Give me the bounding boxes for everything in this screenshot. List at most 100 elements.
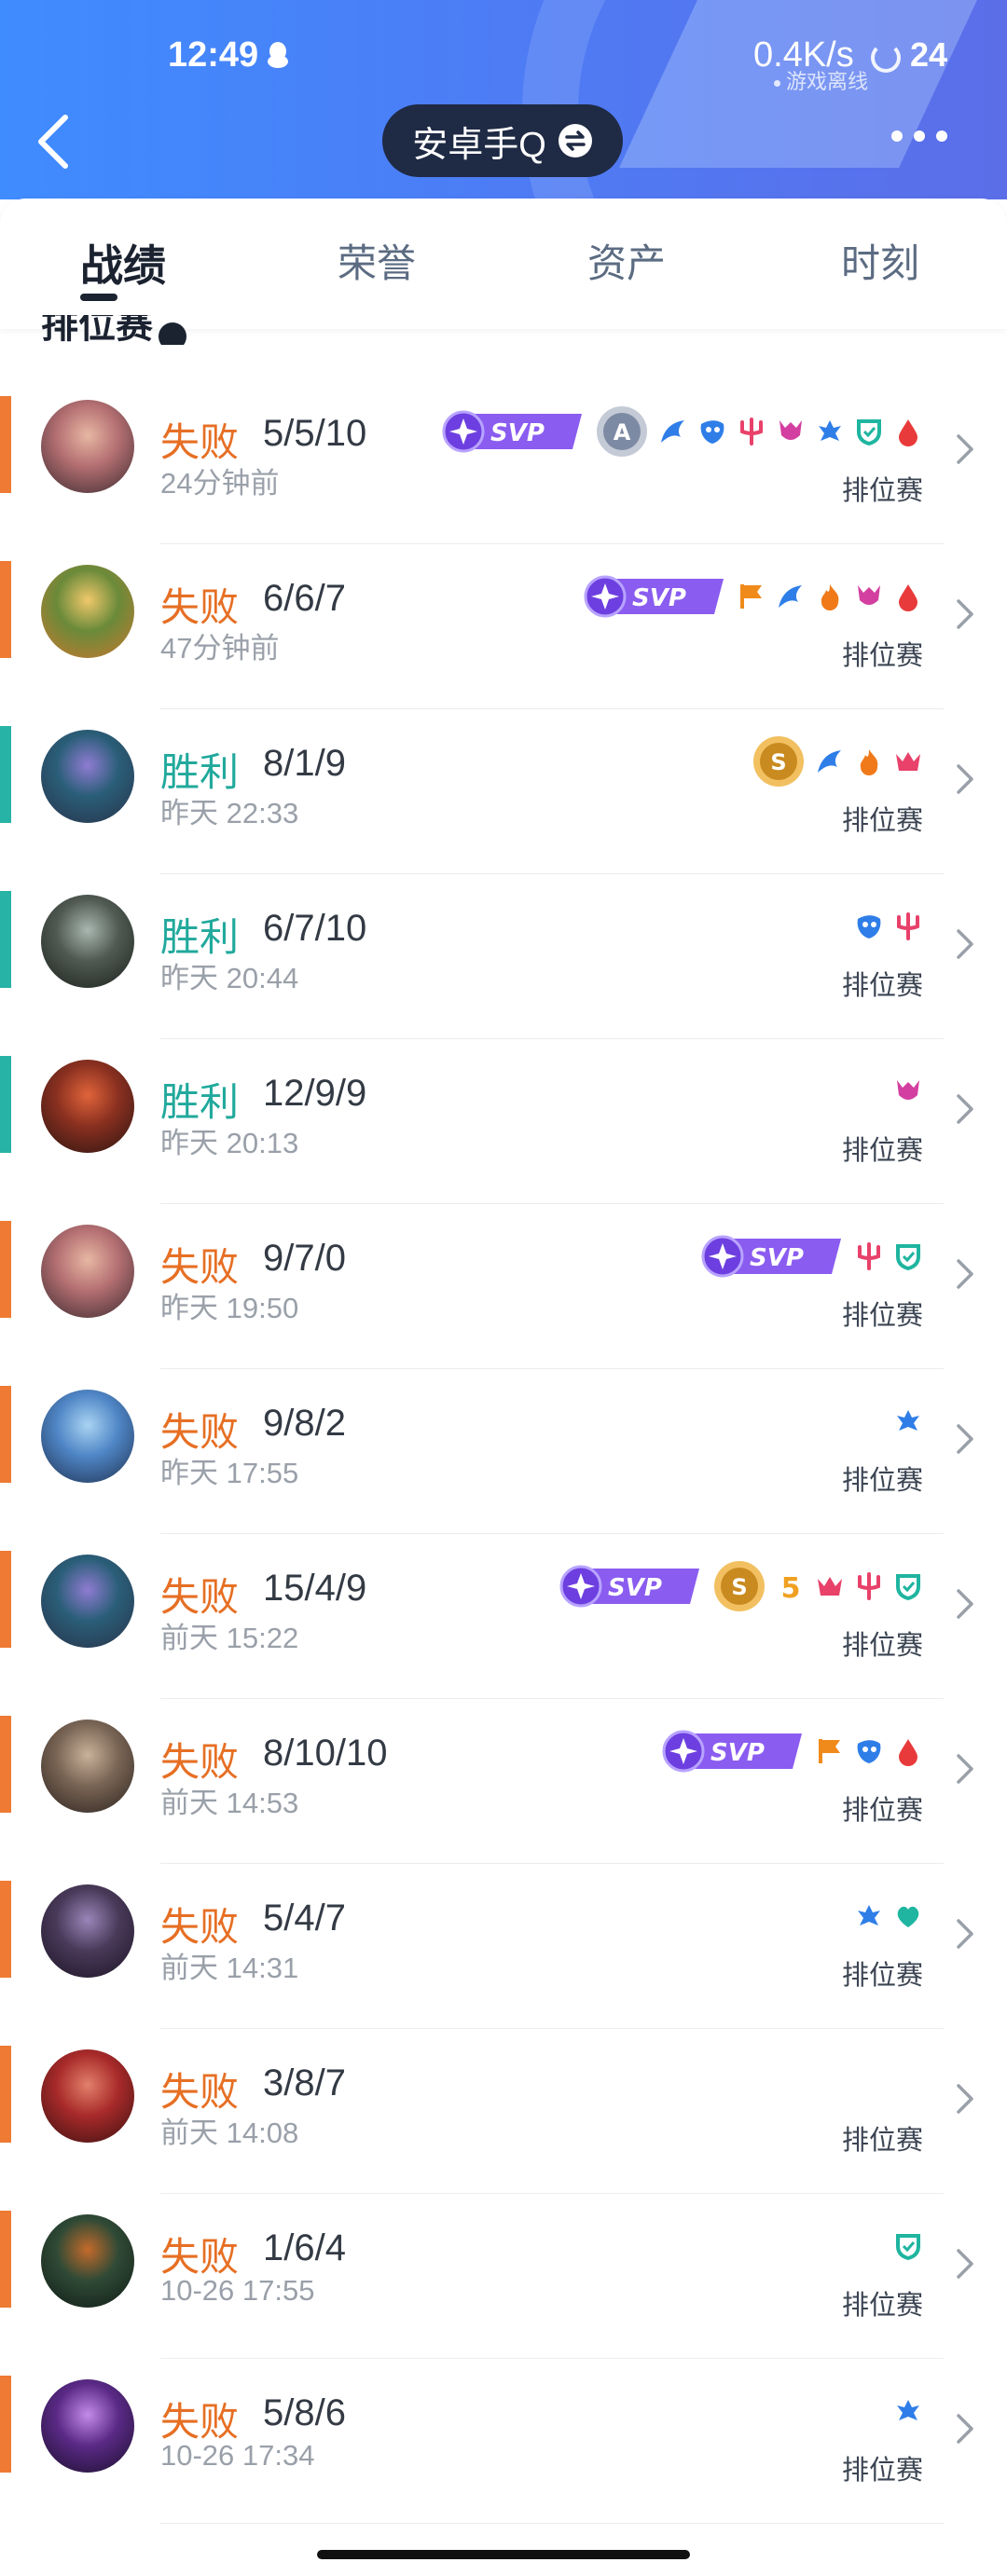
match-mode: 排位赛: [841, 1631, 923, 1661]
achievement-badges: [893, 2222, 923, 2270]
swap-icon: [558, 124, 592, 158]
chevron-right-icon: [957, 1424, 973, 1454]
match-row[interactable]: 失败 15/4/9 前天 15:22 SVP S 5 排位赛: [0, 1534, 1007, 1699]
match-row[interactable]: 失败 5/5/10 24分钟前 SVP A 排位赛: [0, 379, 1007, 544]
orange-flag-icon: [740, 584, 762, 609]
achievement-badges: [893, 2387, 923, 2435]
home-indicator[interactable]: [317, 2550, 690, 2559]
match-mode: 排位赛: [841, 476, 923, 506]
loss-indicator: [0, 1716, 11, 1813]
svp-badge-icon: SVP: [559, 1565, 699, 1608]
champion-avatar: [41, 895, 134, 988]
match-row[interactable]: 失败 9/7/0 昨天 19:50 SVP 排位赛: [0, 1204, 1007, 1369]
kda-score: 5/5/10: [263, 413, 367, 454]
match-row[interactable]: 胜利 8/1/9 昨天 22:33 S 排位赛: [0, 709, 1007, 874]
blue-mask-icon: [857, 915, 881, 939]
tab-assets[interactable]: 资产: [587, 232, 666, 289]
kda-score: 12/9/9: [263, 1073, 367, 1114]
mode-filter[interactable]: 排位赛: [41, 315, 186, 345]
champion-avatar: [41, 1555, 134, 1648]
pink-trident-icon: [897, 912, 919, 940]
match-time: 前天 14:53: [160, 1787, 299, 1819]
chevron-right-icon: [957, 1094, 973, 1124]
match-time: 昨天 17:55: [160, 1457, 299, 1489]
match-row[interactable]: 失败 1/6/4 10-26 17:55 排位赛: [0, 2194, 1007, 2359]
blue-wing-icon: [661, 420, 684, 443]
teal-heart-icon: [897, 1906, 919, 1927]
champion-avatar: [41, 730, 134, 823]
achievement-badges: SVP: [701, 1232, 923, 1281]
kda-score: 8/10/10: [263, 1733, 388, 1774]
match-row[interactable]: 失败 8/10/10 前天 14:53 SVP 排位赛: [0, 1699, 1007, 1864]
chevron-right-icon: [957, 1919, 973, 1949]
loss-indicator: [0, 1881, 11, 1978]
match-mode: 排位赛: [841, 1466, 923, 1496]
kda-score: 15/4/9: [263, 1568, 367, 1609]
match-row[interactable]: 失败 3/8/7 前天 14:08 排位赛: [0, 2029, 1007, 2194]
loss-indicator: [0, 2376, 11, 2473]
orange-flag-icon: [819, 1739, 840, 1763]
match-row[interactable]: 失败 5/4/7 前天 14:31 排位赛: [0, 1864, 1007, 2029]
match-mode: 排位赛: [841, 971, 923, 1001]
svp-badge-icon: SVP: [701, 1235, 841, 1278]
match-time: 10-26 17:55: [160, 2274, 315, 2307]
app-header: 12:49 0.4K/s 24 游戏离线 安卓手Q: [0, 0, 1007, 199]
grade-s-medal-icon: S: [753, 736, 804, 787]
match-mode: 排位赛: [841, 1301, 923, 1331]
pink-demon-icon: [897, 1080, 919, 1100]
blue-mask-icon: [700, 420, 724, 444]
loss-indicator: [0, 2046, 11, 2143]
grade-a-medal-icon: A: [597, 406, 647, 457]
match-row[interactable]: 胜利 12/9/9 昨天 20:13 排位赛: [0, 1039, 1007, 1204]
champion-avatar: [41, 1720, 134, 1813]
kda-score: 9/7/0: [263, 1238, 346, 1279]
achievement-badges: SVP S 5: [559, 1561, 923, 1611]
blue-tree-icon: [897, 2400, 919, 2420]
match-row[interactable]: 胜利 6/7/10 昨天 20:44 排位赛: [0, 874, 1007, 1039]
kda-score: 5/4/7: [263, 1898, 346, 1939]
back-button[interactable]: [35, 114, 73, 170]
dot-icon: [891, 130, 903, 142]
chevron-right-icon: [957, 1589, 973, 1619]
chevron-right-icon: [957, 764, 973, 794]
kda-score: 6/6/7: [263, 578, 346, 619]
match-row[interactable]: 失败 6/6/7 47分钟前 SVP 排位赛: [0, 544, 1007, 709]
tab-record[interactable]: 战绩: [80, 232, 166, 294]
teal-shield-icon: [896, 1574, 920, 1601]
grade-s-medal-icon: S: [714, 1561, 765, 1611]
match-mode: 排位赛: [841, 641, 923, 671]
blue-wing-icon: [779, 585, 802, 608]
chevron-right-icon: [957, 929, 973, 959]
more-options-button[interactable]: [891, 130, 957, 153]
pink-demon-icon: [858, 585, 880, 605]
account-switcher[interactable]: 安卓手Q: [382, 104, 623, 177]
chevron-right-icon: [957, 434, 973, 464]
match-time: 昨天 20:44: [160, 962, 299, 994]
chevron-right-icon: [957, 2084, 973, 2114]
pink-demon-icon: [779, 420, 802, 440]
achievement-badges: [893, 1397, 923, 1446]
loss-indicator: [0, 2211, 11, 2308]
achievement-badges: [854, 902, 923, 951]
match-mode: 排位赛: [841, 1136, 923, 1166]
account-name: 安卓手Q: [412, 125, 546, 165]
dot-icon: [914, 130, 925, 142]
row-divider: [160, 2523, 944, 2524]
blue-tree-icon: [858, 1905, 880, 1925]
loss-indicator: [0, 396, 11, 493]
match-time: 昨天 22:33: [160, 797, 299, 829]
loading-icon: [871, 43, 901, 73]
match-time: 昨天 19:50: [160, 1292, 299, 1324]
chevron-right-icon: [957, 1259, 973, 1289]
match-row[interactable]: 失败 9/8/2 昨天 17:55 排位赛: [0, 1369, 1007, 1534]
teal-shield-icon: [896, 1244, 920, 1271]
orange-flame-icon: [821, 584, 839, 610]
achievement-badges: SVP: [584, 572, 923, 621]
red-drop-icon: [899, 1739, 917, 1766]
tab-honor[interactable]: 荣誉: [338, 232, 416, 289]
chevron-right-icon: [957, 2249, 973, 2279]
match-row[interactable]: 失败 5/8/6 10-26 17:34 排位赛: [0, 2359, 1007, 2524]
tab-moments[interactable]: 时刻: [841, 232, 919, 289]
match-time: 47分钟前: [160, 632, 280, 665]
champion-avatar: [41, 2214, 134, 2308]
